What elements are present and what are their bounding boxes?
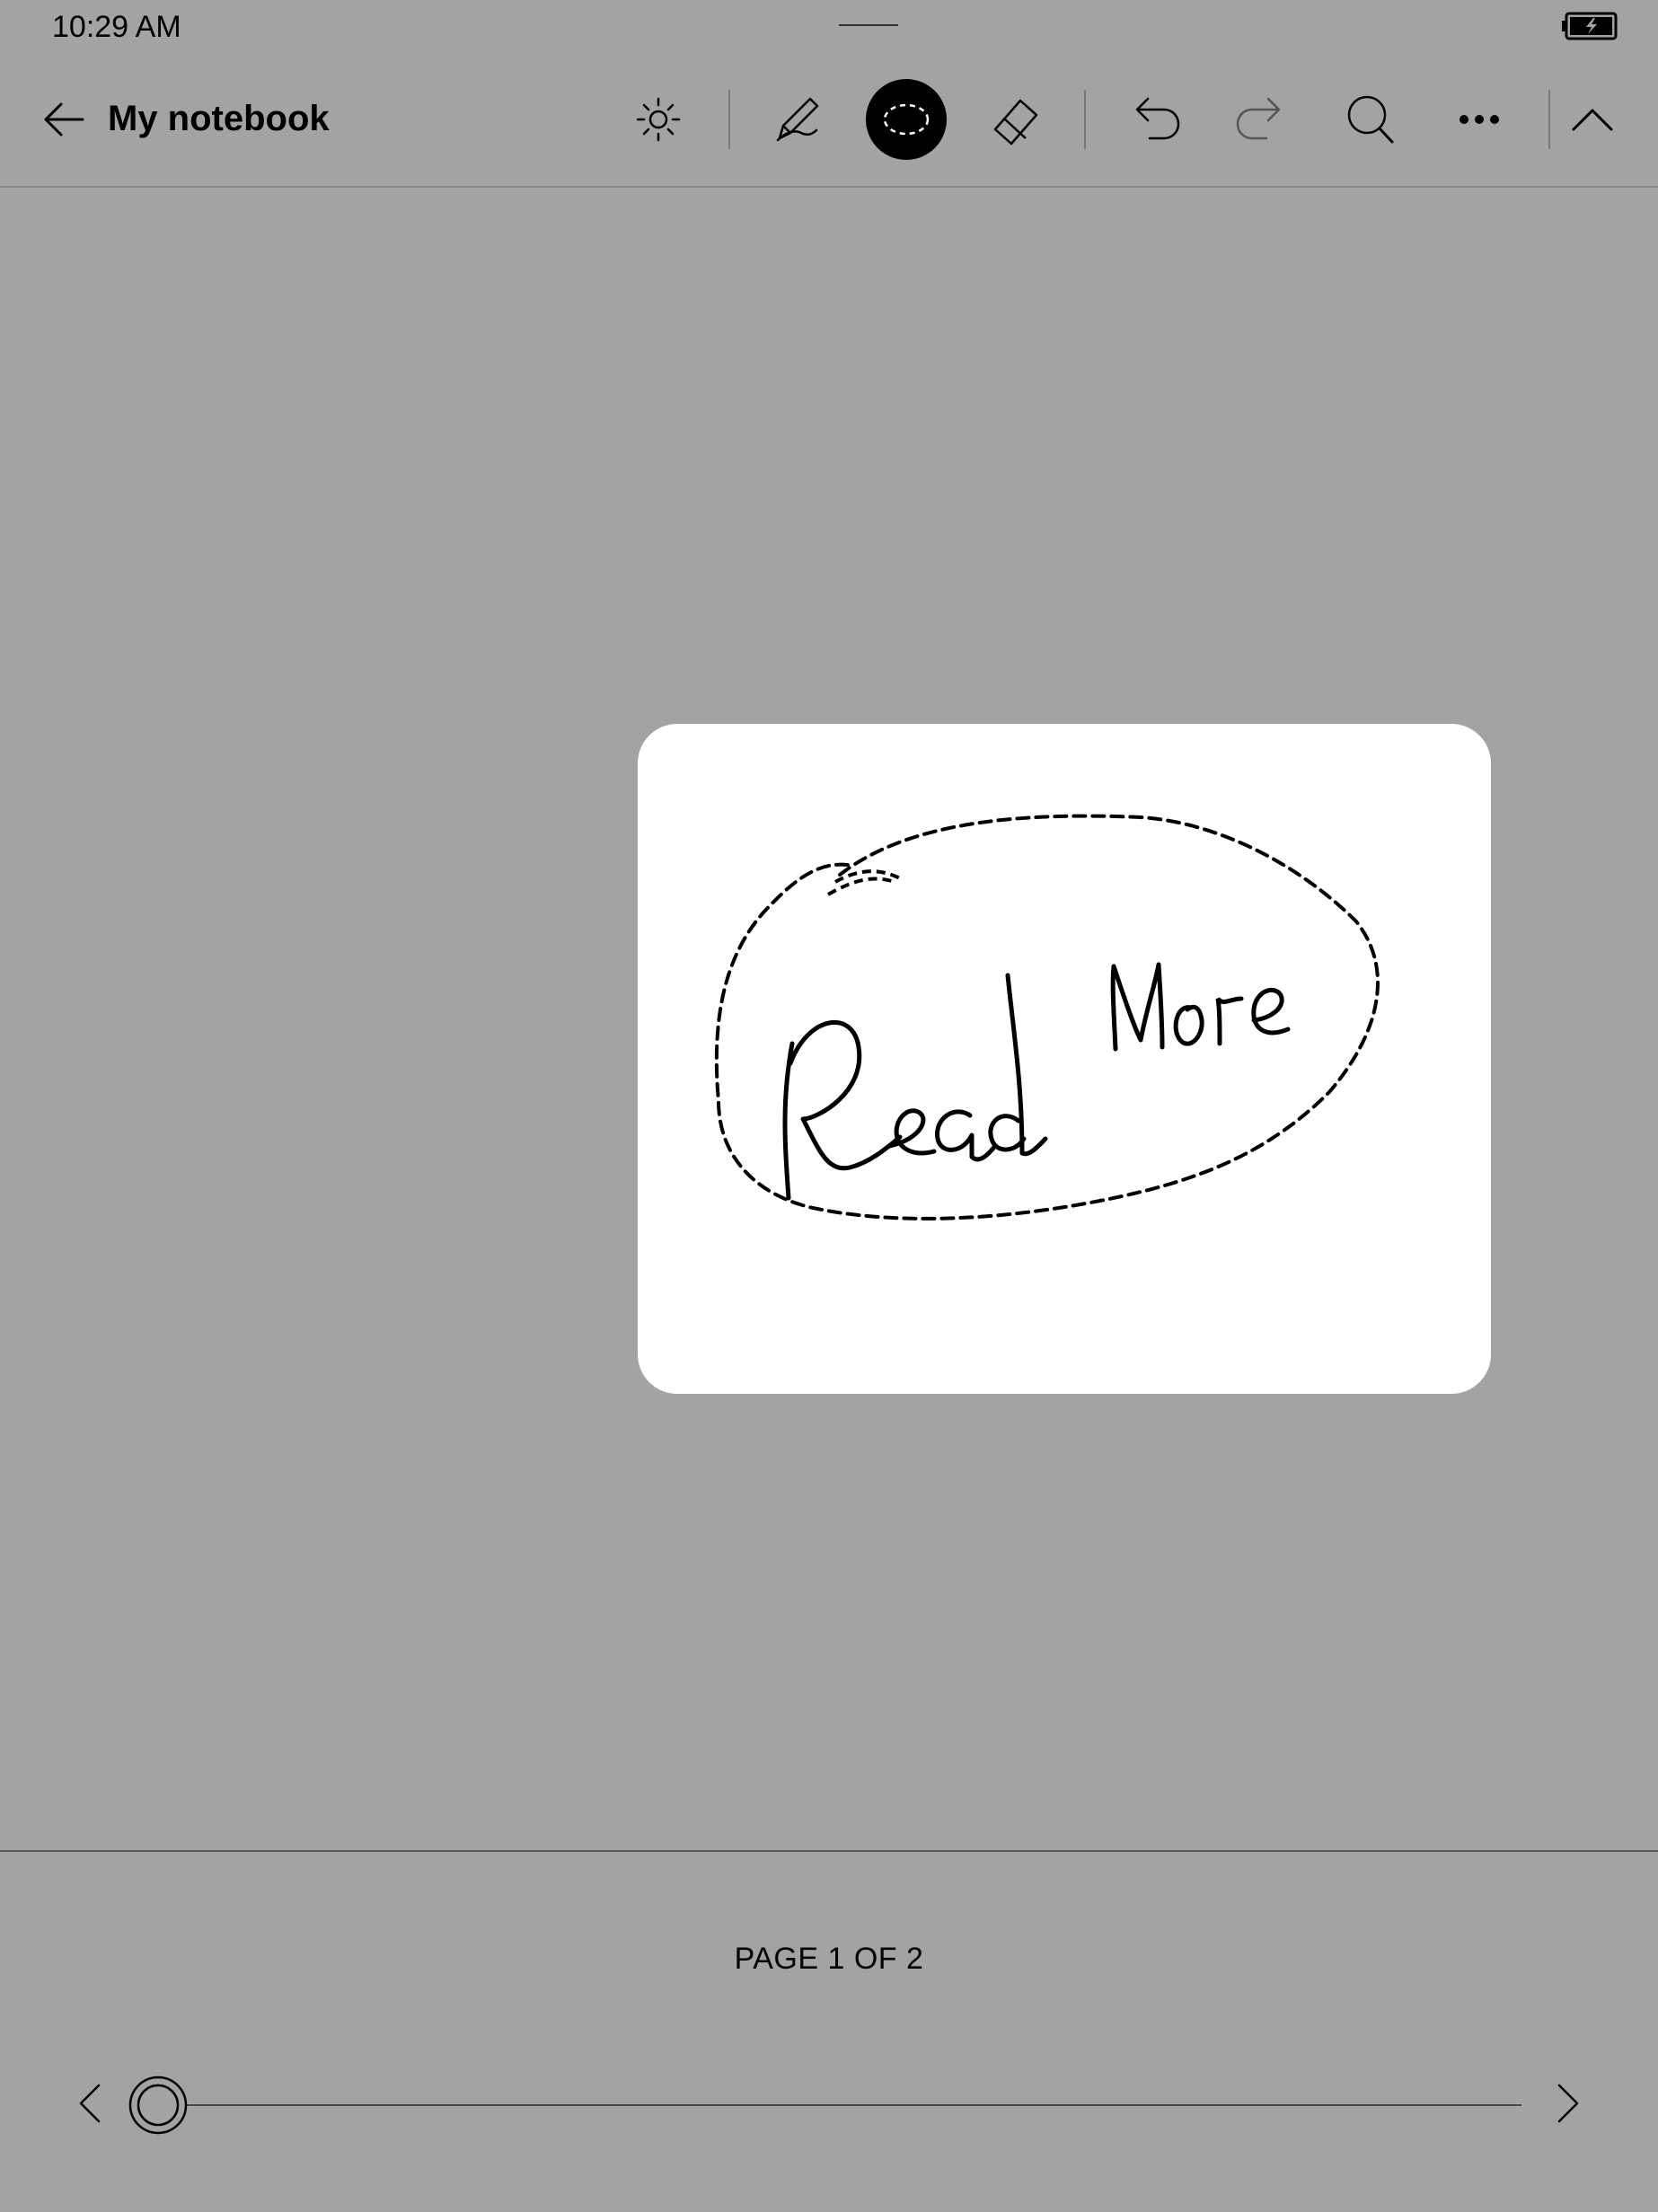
more-icon <box>1460 115 1499 124</box>
search-button[interactable] <box>1329 79 1410 160</box>
status-time: 10:29 AM <box>52 10 181 44</box>
redo-button[interactable] <box>1221 79 1302 160</box>
chevron-right-icon <box>1557 2084 1579 2123</box>
pen-tool-button[interactable] <box>758 79 839 160</box>
selection-card[interactable] <box>638 724 1491 1394</box>
collapse-toolbar-button[interactable] <box>1552 79 1633 160</box>
notebook-title[interactable]: My notebook <box>108 95 330 142</box>
toolbar-separator <box>1084 90 1086 149</box>
chevron-left-icon <box>79 2084 101 2123</box>
handwritten-selection <box>714 814 1380 1221</box>
lasso-select-icon <box>866 79 947 160</box>
redo-icon <box>1236 97 1281 140</box>
brightness-button[interactable] <box>618 79 699 160</box>
more-button[interactable] <box>1439 79 1520 160</box>
pen-icon <box>776 97 819 142</box>
page-indicator: PAGE 1 OF 2 <box>734 1942 924 1976</box>
sun-icon <box>636 97 681 142</box>
footer-divider <box>0 1850 1658 1852</box>
toolbar-separator <box>728 90 730 149</box>
eraser-tool-button[interactable] <box>975 79 1056 160</box>
undo-icon <box>1135 97 1180 140</box>
undo-button[interactable] <box>1114 79 1195 160</box>
battery-charging-icon <box>1561 11 1618 41</box>
toolbar-separator <box>1548 90 1550 149</box>
lasso-tool-button[interactable] <box>866 79 947 160</box>
chevron-up-icon <box>1572 109 1613 131</box>
page-slider-thumb[interactable] <box>128 2075 189 2136</box>
drag-handle[interactable] <box>839 24 898 26</box>
back-arrow-icon[interactable] <box>36 90 95 149</box>
page-slider-track[interactable] <box>158 2104 1521 2106</box>
toolbar-divider <box>0 186 1658 188</box>
previous-page-button[interactable] <box>63 2075 117 2132</box>
search-icon <box>1347 95 1394 144</box>
eraser-icon <box>993 99 1038 145</box>
next-page-button[interactable] <box>1541 2075 1595 2132</box>
